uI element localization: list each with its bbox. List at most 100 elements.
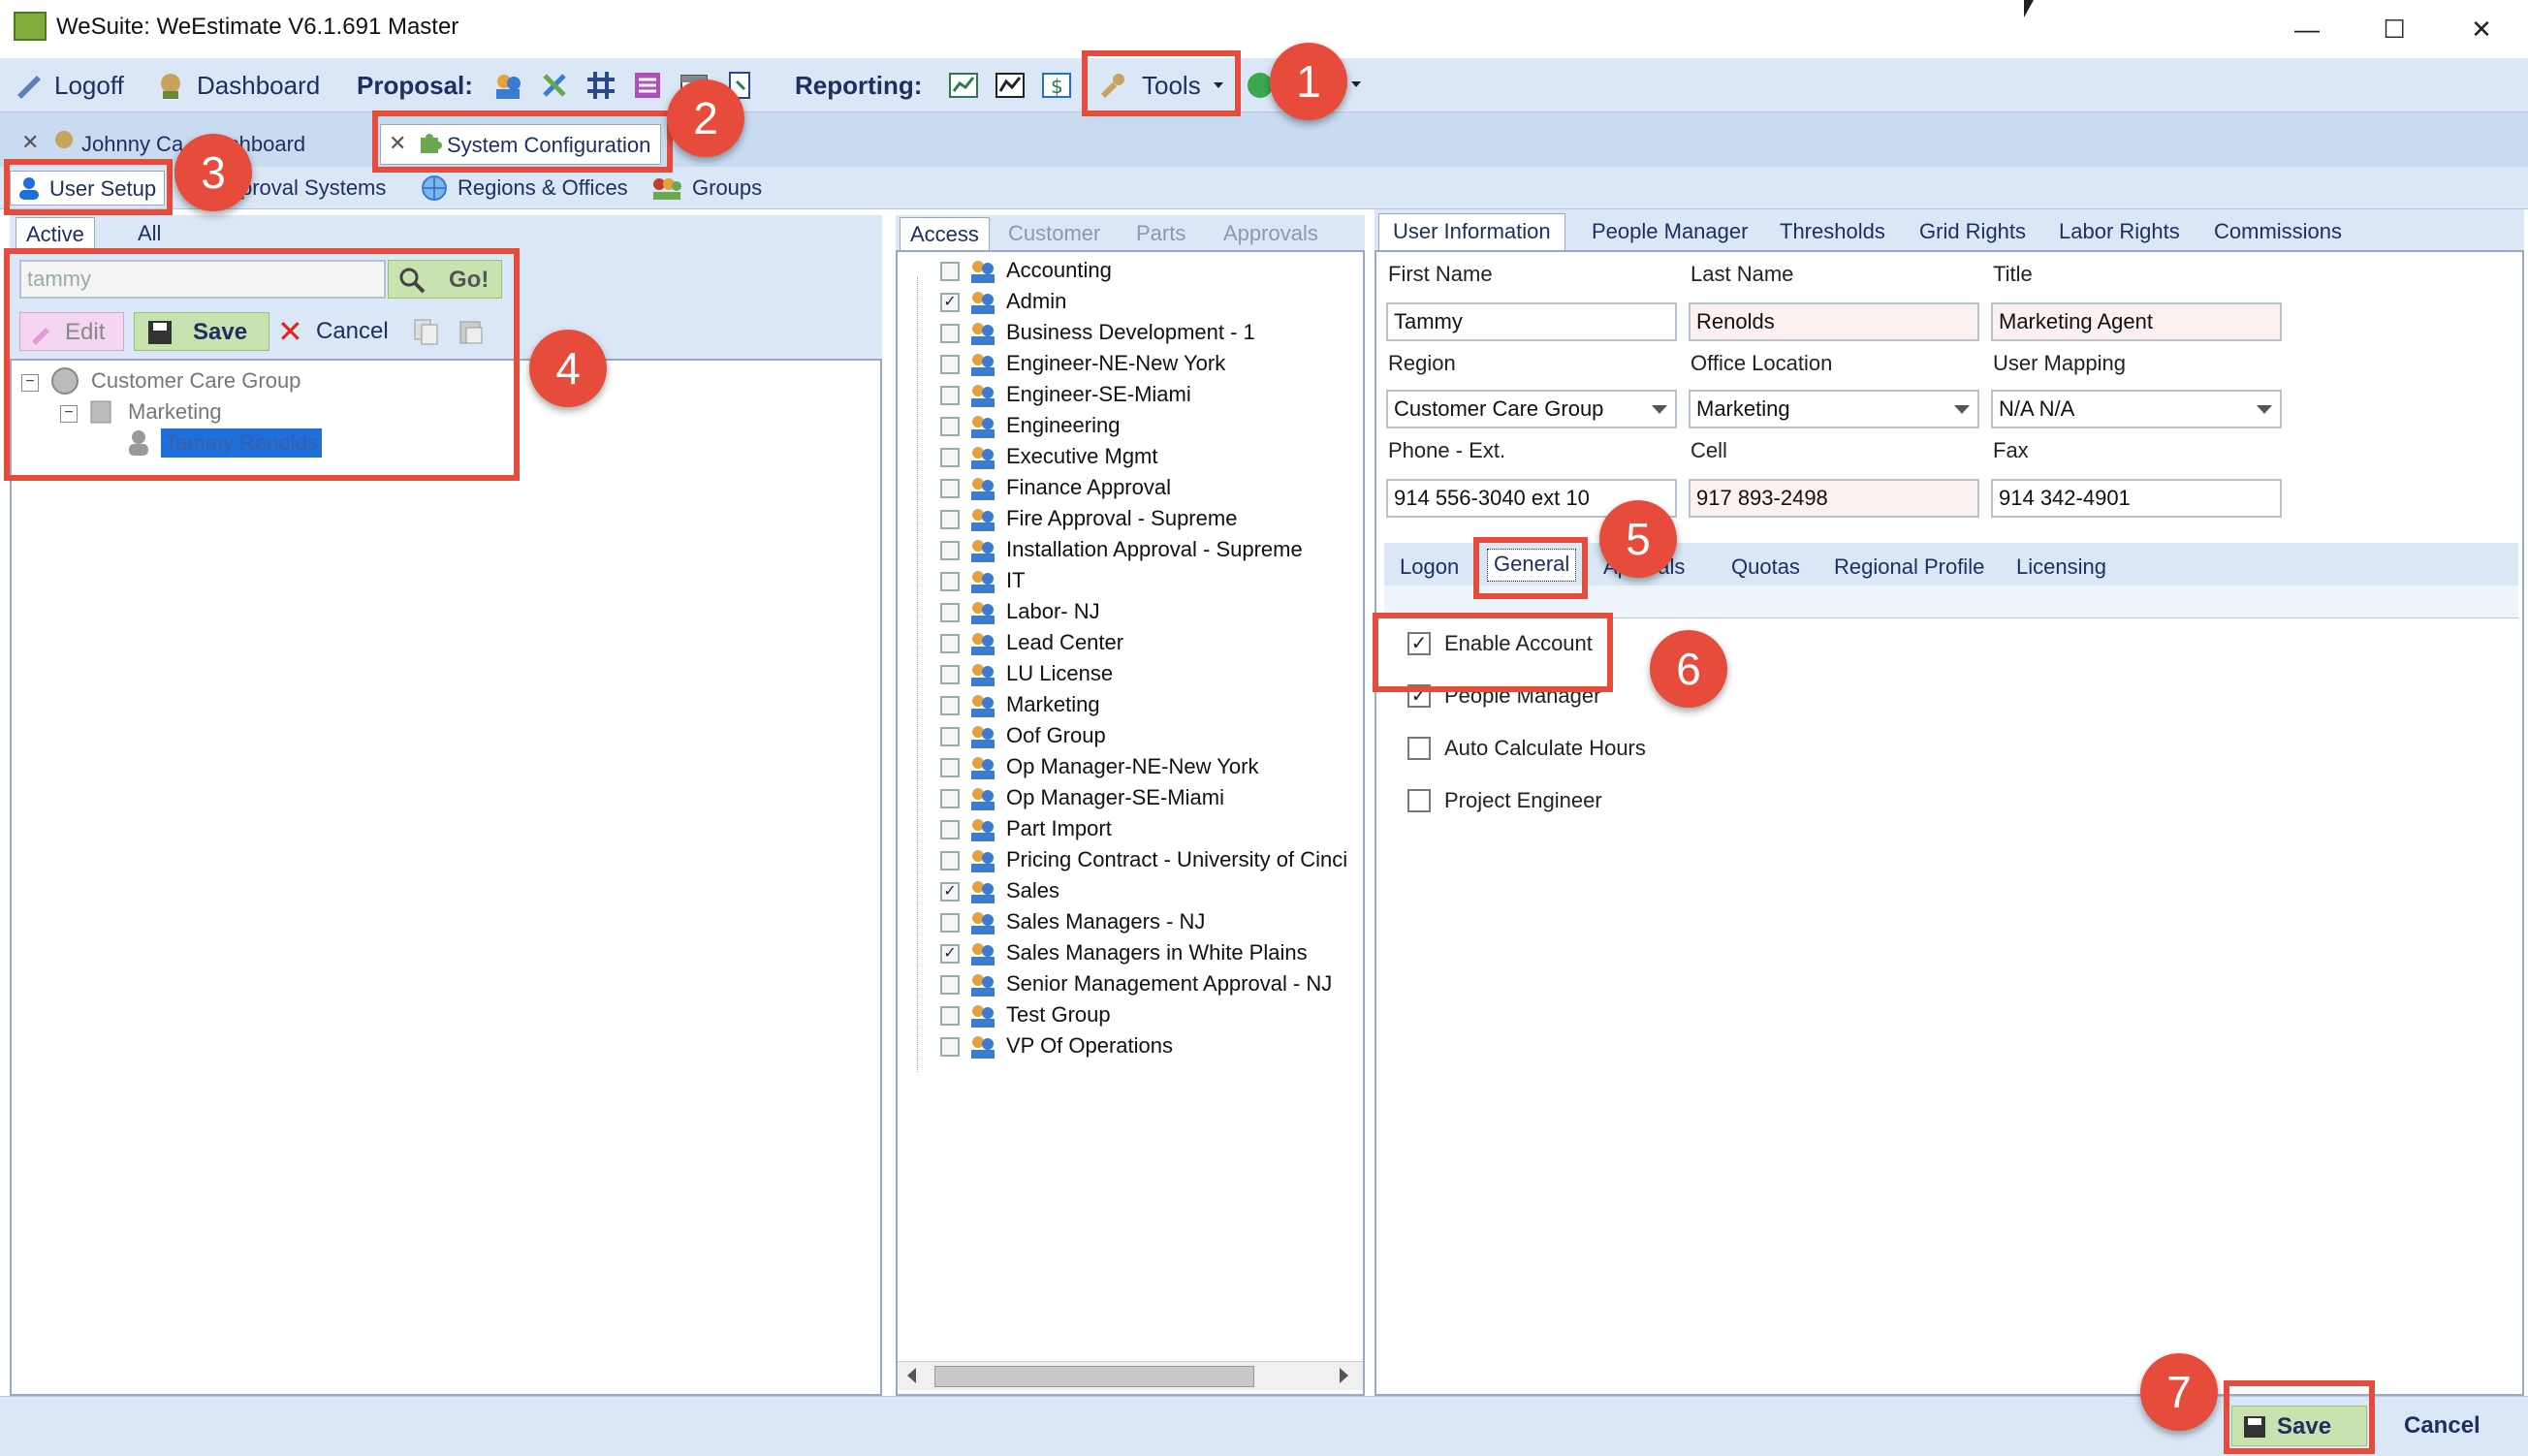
group-checkbox[interactable]: [940, 603, 960, 622]
group-checkbox[interactable]: [940, 448, 960, 467]
list-item[interactable]: ✓ Sales: [911, 876, 1357, 907]
minimize-button[interactable]: —: [2278, 8, 2336, 50]
group-checkbox[interactable]: [940, 758, 960, 777]
quotas-tab[interactable]: Quotas: [1731, 554, 1800, 580]
proposal-form-icon[interactable]: [632, 70, 663, 101]
list-item[interactable]: ✓ Sales Managers in White Plains: [911, 938, 1357, 969]
scroll-left-icon[interactable]: [907, 1368, 916, 1383]
group-checkbox[interactable]: [940, 510, 960, 529]
approval-systems-tab[interactable]: proval Systems: [240, 173, 386, 204]
scroll-right-icon[interactable]: [1340, 1368, 1348, 1383]
list-item[interactable]: LU License: [911, 659, 1357, 690]
group-checkbox[interactable]: [940, 634, 960, 653]
group-checkbox[interactable]: [940, 820, 960, 839]
access-tab[interactable]: Access: [900, 217, 990, 250]
list-item[interactable]: ✓ Admin: [911, 287, 1357, 318]
all-tab[interactable]: All: [128, 217, 171, 250]
group-checkbox[interactable]: [940, 727, 960, 746]
group-checkbox[interactable]: [940, 324, 960, 343]
logoff-button[interactable]: Logoff: [54, 68, 124, 103]
option-checkbox[interactable]: [1407, 737, 1431, 760]
horizontal-scrollbar[interactable]: [898, 1361, 1363, 1390]
proposal-grid-icon[interactable]: [585, 70, 616, 101]
licensing-tab[interactable]: Licensing: [2016, 554, 2106, 580]
report-money-icon[interactable]: $: [1041, 70, 1072, 101]
list-item[interactable]: Part Import: [911, 814, 1357, 845]
list-item[interactable]: Marketing: [911, 690, 1357, 721]
people-manager-tab[interactable]: People Manager: [1592, 219, 1748, 244]
scroll-thumb[interactable]: [934, 1366, 1254, 1387]
close-button[interactable]: ✕: [2452, 8, 2511, 50]
list-item[interactable]: Op Manager-SE-Miami: [911, 783, 1357, 814]
first-name-field[interactable]: Tammy: [1386, 302, 1677, 341]
group-checkbox[interactable]: [940, 541, 960, 560]
list-item[interactable]: Op Manager-NE-New York: [911, 752, 1357, 783]
fax-field[interactable]: 914 342-4901: [1991, 479, 2282, 518]
group-checkbox[interactable]: [940, 479, 960, 498]
region-select[interactable]: Customer Care Group: [1386, 390, 1677, 428]
group-checkbox[interactable]: [940, 417, 960, 436]
active-tab[interactable]: Active: [16, 217, 95, 250]
list-item[interactable]: Engineer-SE-Miami: [911, 380, 1357, 411]
list-item[interactable]: Sales Managers - NJ: [911, 907, 1357, 938]
group-checkbox[interactable]: [940, 386, 960, 405]
cell-field[interactable]: 917 893-2498: [1689, 479, 1979, 518]
customer-tab[interactable]: Customer: [998, 217, 1110, 250]
title-field[interactable]: Marketing Agent: [1991, 302, 2282, 341]
user-mapping-select[interactable]: N/A N/A: [1991, 390, 2282, 428]
list-item[interactable]: Pricing Contract - University of Cinci: [911, 845, 1357, 876]
list-item[interactable]: Engineering: [911, 411, 1357, 442]
group-checkbox[interactable]: [940, 851, 960, 870]
group-checkbox[interactable]: ✓: [940, 293, 960, 312]
list-item[interactable]: Lead Center: [911, 628, 1357, 659]
group-checkbox[interactable]: [940, 789, 960, 808]
groups-tab[interactable]: Groups: [692, 173, 762, 204]
regional-profile-tab[interactable]: Regional Profile: [1834, 554, 1984, 580]
close-icon[interactable]: ✕: [21, 130, 39, 155]
list-item[interactable]: Engineer-NE-New York: [911, 349, 1357, 380]
group-checkbox[interactable]: [940, 572, 960, 591]
list-item[interactable]: VP Of Operations: [911, 1031, 1357, 1062]
list-item[interactable]: Test Group: [911, 1000, 1357, 1031]
parts-tab[interactable]: Parts: [1126, 217, 1195, 250]
list-item[interactable]: Finance Approval: [911, 473, 1357, 504]
office-location-select[interactable]: Marketing: [1689, 390, 1979, 428]
regions-offices-tab[interactable]: Regions & Offices: [458, 173, 628, 204]
list-item[interactable]: Installation Approval - Supreme: [911, 535, 1357, 566]
grid-rights-tab[interactable]: Grid Rights: [1919, 219, 2026, 244]
approvals-tab[interactable]: Approvals: [1214, 217, 1328, 250]
list-item[interactable]: Business Development - 1: [911, 318, 1357, 349]
commissions-tab[interactable]: Commissions: [2214, 219, 2342, 244]
maximize-button[interactable]: ☐: [2365, 8, 2423, 50]
list-item[interactable]: Labor- NJ: [911, 597, 1357, 628]
last-name-field[interactable]: Renolds: [1689, 302, 1979, 341]
group-checkbox[interactable]: [940, 975, 960, 995]
group-checkbox[interactable]: [940, 1006, 960, 1026]
group-checkbox[interactable]: [940, 1037, 960, 1057]
footer-cancel-button[interactable]: Cancel: [2404, 1407, 2481, 1445]
group-checkbox[interactable]: [940, 665, 960, 684]
group-checkbox[interactable]: [940, 913, 960, 933]
more-chevron-down-icon[interactable]: [1351, 81, 1361, 87]
logon-tab[interactable]: Logon: [1400, 554, 1459, 580]
report-graph-icon[interactable]: [995, 70, 1026, 101]
option-checkbox[interactable]: [1407, 789, 1431, 812]
proposal-people-icon[interactable]: [492, 70, 523, 101]
list-item[interactable]: IT: [911, 566, 1357, 597]
list-item[interactable]: Senior Management Approval - NJ: [911, 969, 1357, 1000]
list-item[interactable]: Fire Approval - Supreme: [911, 504, 1357, 535]
group-checkbox[interactable]: [940, 262, 960, 281]
report-chart-icon[interactable]: [948, 70, 979, 101]
group-checkbox[interactable]: [940, 696, 960, 715]
group-checkbox[interactable]: ✓: [940, 944, 960, 964]
list-item[interactable]: Executive Mgmt: [911, 442, 1357, 473]
list-item[interactable]: Accounting: [911, 256, 1357, 287]
group-checkbox[interactable]: [940, 355, 960, 374]
proposal-tools-icon[interactable]: [539, 70, 570, 101]
group-checkbox[interactable]: ✓: [940, 882, 960, 902]
user-information-tab[interactable]: User Information: [1378, 213, 1565, 250]
list-item[interactable]: Oof Group: [911, 721, 1357, 752]
dashboard-button[interactable]: Dashboard: [197, 68, 320, 103]
thresholds-tab[interactable]: Thresholds: [1780, 219, 1885, 244]
labor-rights-tab[interactable]: Labor Rights: [2059, 219, 2180, 244]
